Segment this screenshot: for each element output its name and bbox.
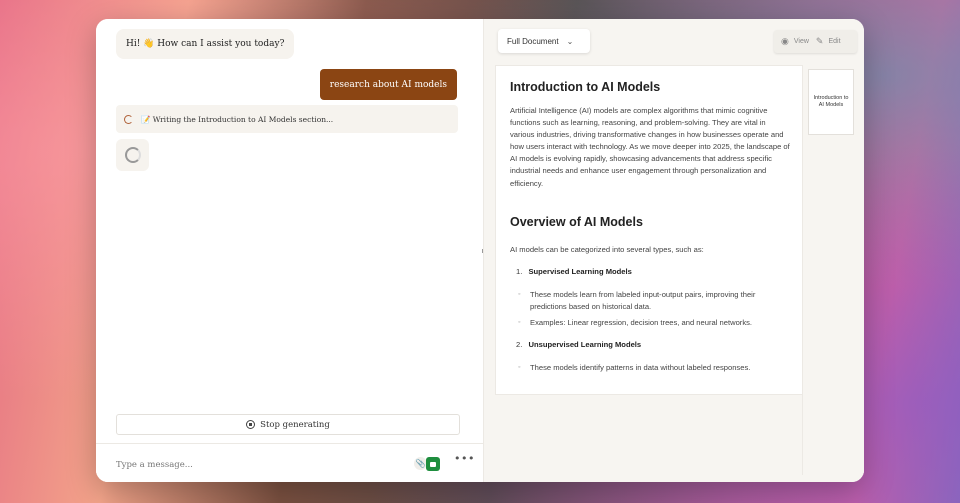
page-thumbnail[interactable]: Introduction to AI Models <box>808 69 854 135</box>
list-number: 1. <box>516 267 523 276</box>
document-view-select-label: Full Document <box>507 36 559 46</box>
document-heading-1: Introduction to AI Models <box>510 80 661 94</box>
generation-status: 📝 Writing the Introduction to AI Models … <box>116 105 458 133</box>
eye-icon: ◉ <box>781 36 789 46</box>
list-item: 1. Supervised Learning Models <box>516 267 632 276</box>
list-number: 2. <box>516 340 523 349</box>
list-item-title: Supervised Learning Models <box>528 267 632 276</box>
document-heading-2: Overview of AI Models <box>510 215 643 229</box>
stop-generating-label: Stop generating <box>260 419 330 430</box>
assistant-greeting-message: Hi! 👋 How can I assist you today? <box>116 29 295 59</box>
list-sub-item: Examples: Linear regression, decision tr… <box>518 317 780 329</box>
user-message: research about AI models <box>319 69 457 100</box>
list-item: 2. Unsupervised Learning Models <box>516 340 641 349</box>
typing-indicator <box>116 139 149 171</box>
stop-icon <box>246 420 256 429</box>
edit-label: Edit <box>828 38 841 45</box>
page-thumbnails: Introduction to AI Models <box>802 65 864 475</box>
list-sub-item: These models identify patterns in data w… <box>518 362 780 374</box>
document-page: Introduction to AI Models Artificial Int… <box>495 65 803 395</box>
list-sub-item: These models learn from labeled input-ou… <box>518 289 780 313</box>
status-text: 📝 Writing the Introduction to AI Models … <box>141 114 334 124</box>
edit-button[interactable]: ✎ Edit <box>816 36 841 47</box>
meet-icon[interactable] <box>426 457 440 471</box>
document-view-select[interactable]: Full Document ⌄ <box>498 29 590 53</box>
view-button[interactable]: ◉ View <box>781 36 809 47</box>
document-paragraph-2: AI models can be categorized into severa… <box>510 245 704 254</box>
view-edit-toggle: ◉ View ✎ Edit <box>774 30 857 53</box>
view-label: View <box>793 38 809 45</box>
chevron-down-icon: ⌄ <box>566 36 574 46</box>
chat-panel: Hi! 👋 How can I assist you today? resear… <box>96 19 484 482</box>
message-input-bar: 📎 ••• <box>96 443 483 482</box>
list-item-title: Unsupervised Learning Models <box>528 340 642 349</box>
more-options-icon[interactable]: ••• <box>454 452 475 465</box>
thumbnail-label: Introduction to AI Models <box>813 95 849 108</box>
document-panel: Full Document ⌄ ◉ View ✎ Edit Introducti… <box>484 19 864 482</box>
app-window: Hi! 👋 How can I assist you today? resear… <box>96 19 864 482</box>
stop-generating-button[interactable]: Stop generating <box>116 414 460 435</box>
document-paragraph-1: Artificial Intelligence (AI) models are … <box>510 106 790 188</box>
pencil-icon: ✎ <box>815 36 824 46</box>
loading-spinner-icon <box>124 114 133 124</box>
message-input[interactable] <box>114 454 398 476</box>
panel-resize-handle[interactable] <box>482 249 483 253</box>
loading-spinner-icon <box>124 147 141 163</box>
